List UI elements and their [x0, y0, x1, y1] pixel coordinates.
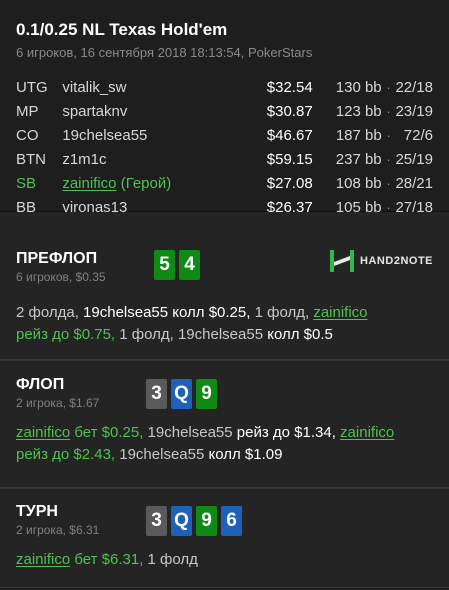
- street-preflop-actions: 2 фолда, 19chelsea55 колл $0.25, 1 фолд,…: [16, 302, 433, 346]
- action-player[interactable]: 19chelsea55: [178, 326, 263, 343]
- separator-dot: ·: [386, 151, 391, 167]
- street-preflop-header: ПРЕФЛОП 6 игроков, $0.35 5 4 HAND2NOTE: [16, 250, 433, 284]
- player-stack-bb: 108 bb: [335, 174, 382, 192]
- separator-dot: ·: [386, 175, 391, 191]
- card: Q: [171, 379, 192, 409]
- card: 9: [196, 379, 217, 409]
- street-turn-actions: zainifico бет $6.31, 1 фолд: [16, 549, 433, 571]
- action-hero-text: рейз до $2.43,: [16, 446, 120, 463]
- card: 4: [179, 250, 200, 280]
- player-stack-bb: 187 bb: [335, 126, 382, 144]
- hand2note-logo-text: HAND2NOTE: [360, 255, 433, 267]
- card: 9: [196, 506, 217, 536]
- action-hero-text: бет $6.31,: [70, 551, 148, 568]
- street-name: ТУРН: [16, 503, 58, 520]
- street-label: ТУРН 2 игрока, $6.31: [16, 503, 146, 537]
- players-table: UTG vitalik_sw $32.54 130 bb · 22/18 MP …: [16, 75, 433, 219]
- hero-hole-cards: 5 4: [154, 250, 200, 280]
- player-stats: 25/19: [395, 150, 433, 168]
- player-stack-bb: 130 bb: [335, 78, 382, 96]
- action-player[interactable]: 19chelsea55: [148, 424, 233, 441]
- street-turn: ТУРН 2 игрока, $6.31 3 Q 9 6 zainifico б…: [0, 488, 449, 588]
- action-player[interactable]: 19chelsea55: [83, 304, 168, 321]
- action-text: колл $0.25,: [168, 304, 255, 321]
- player-stack: $27.08: [266, 174, 313, 192]
- player-position: SB: [16, 174, 37, 192]
- action-hero-player[interactable]: zainifico: [16, 551, 70, 568]
- player-position: CO: [16, 126, 39, 144]
- player-name[interactable]: vitalik_sw: [62, 79, 249, 96]
- street-flop-header: ФЛОП 2 игрока, $1.67 3 Q 9: [16, 376, 433, 410]
- card: 3: [146, 379, 167, 409]
- player-row-mp: MP spartaknv $30.87 123 bb · 23/19: [16, 99, 433, 123]
- hand-subtitle: 6 игроков, 16 сентября 2018 18:13:54, Po…: [16, 45, 313, 60]
- action-text: рейз до $1.34,: [232, 424, 341, 441]
- player-position: BTN: [16, 150, 46, 168]
- action-text: 1 фолд: [147, 551, 198, 568]
- player-position: MP: [16, 102, 39, 120]
- hand2note-logo: HAND2NOTE: [330, 250, 433, 272]
- street-label: ФЛОП 2 игрока, $1.67: [16, 376, 146, 410]
- hand2note-logo-icon: [330, 250, 355, 272]
- player-row-btn: BTN z1m1c $59.15 237 bb · 25/19: [16, 147, 433, 171]
- action-hero-text: бет $0.25,: [70, 424, 148, 441]
- street-flop: ФЛОП 2 игрока, $1.67 3 Q 9 zainifico бет…: [0, 360, 449, 488]
- player-stats: 72/6: [403, 126, 433, 144]
- hero-tag: (Герой): [116, 174, 172, 192]
- hero-name-link[interactable]: zainifico: [62, 175, 116, 192]
- street-preflop: ПРЕФЛОП 6 игроков, $0.35 5 4 HAND2NOTE 2…: [0, 212, 449, 360]
- hand-history-page: 0.1/0.25 NL Texas Hold'em 6 игроков, 16 …: [0, 0, 449, 590]
- street-name: ФЛОП: [16, 376, 65, 393]
- player-name[interactable]: 19chelsea55: [62, 127, 249, 144]
- player-stats: 23/19: [395, 102, 433, 120]
- player-name[interactable]: spartaknv: [62, 103, 249, 120]
- card: 6: [221, 506, 242, 536]
- separator-dot: ·: [386, 103, 391, 119]
- street-name: ПРЕФЛОП: [16, 250, 98, 267]
- player-stats: 28/21: [395, 174, 433, 192]
- player-position: UTG: [16, 78, 48, 96]
- separator-dot: ·: [386, 79, 391, 95]
- player-stack: $32.54: [266, 78, 313, 96]
- player-stack: $30.87: [266, 102, 313, 120]
- action-hero-text: рейз до $0.75,: [16, 326, 120, 343]
- action-player[interactable]: 19chelsea55: [119, 446, 204, 463]
- player-row-sb-hero: SB zainifico (Герой) $27.08 108 bb · 28/…: [16, 171, 433, 195]
- action-text: 1 фолд,: [119, 326, 178, 343]
- card: Q: [171, 506, 192, 536]
- player-stack-bb: 237 bb: [335, 150, 382, 168]
- action-hero-player[interactable]: zainifico: [16, 424, 70, 441]
- player-stack: $46.67: [266, 126, 313, 144]
- street-flop-actions: zainifico бет $0.25, 19chelsea55 рейз до…: [16, 422, 433, 466]
- board-cards: 3 Q 9 6: [146, 506, 242, 536]
- hand-header: 0.1/0.25 NL Texas Hold'em 6 игроков, 16 …: [0, 0, 449, 216]
- card: 5: [154, 250, 175, 280]
- street-meta: 6 игроков, $0.35: [16, 270, 106, 284]
- separator-dot: ·: [386, 127, 391, 143]
- action-text: колл $1.09: [204, 446, 283, 463]
- player-name-hero: zainifico (Герой): [62, 175, 249, 192]
- street-turn-header: ТУРН 2 игрока, $6.31 3 Q 9 6: [16, 503, 433, 537]
- hand-title: 0.1/0.25 NL Texas Hold'em: [16, 20, 228, 39]
- action-text: колл $0.5: [263, 326, 333, 343]
- player-name[interactable]: z1m1c: [62, 151, 249, 168]
- player-row-utg: UTG vitalik_sw $32.54 130 bb · 22/18: [16, 75, 433, 99]
- board-cards: 3 Q 9: [146, 379, 217, 409]
- player-stack: $59.15: [266, 150, 313, 168]
- player-stack-bb: 123 bb: [335, 102, 382, 120]
- action-text: 1 фолд,: [254, 304, 314, 321]
- player-stats: 22/18: [395, 78, 433, 96]
- card: 3: [146, 506, 167, 536]
- street-meta: 2 игрока, $6.31: [16, 523, 100, 537]
- player-row-co: CO 19chelsea55 $46.67 187 bb · 72/6: [16, 123, 433, 147]
- action-hero-player[interactable]: zainifico: [313, 304, 367, 321]
- action-text: 2 фолда,: [16, 304, 84, 321]
- street-label: ПРЕФЛОП 6 игроков, $0.35: [16, 250, 146, 284]
- action-hero-player[interactable]: zainifico: [340, 424, 394, 441]
- street-meta: 2 игрока, $1.67: [16, 396, 100, 410]
